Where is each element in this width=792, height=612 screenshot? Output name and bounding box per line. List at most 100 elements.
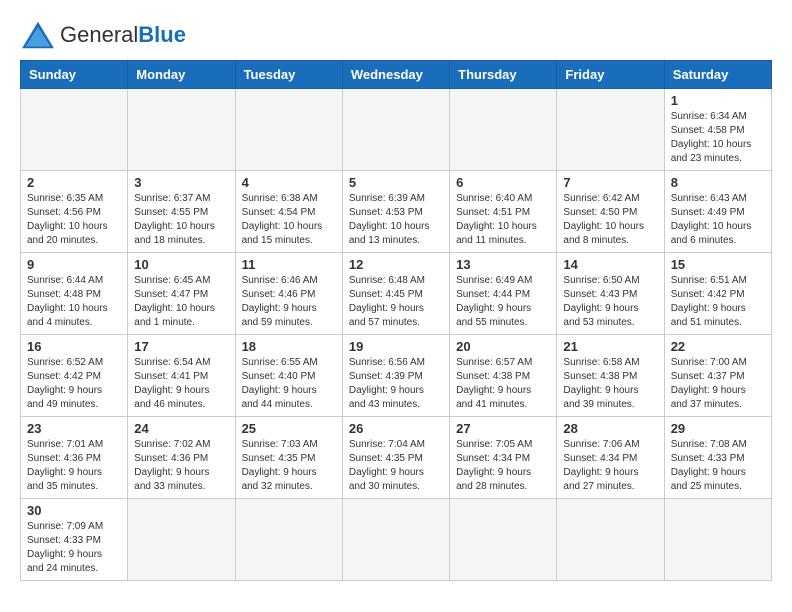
calendar-day-cell: 13 Sunrise: 6:49 AM Sunset: 4:44 PM Dayli… <box>450 253 557 335</box>
day-number: 29 <box>671 421 765 436</box>
calendar-day-cell <box>21 89 128 171</box>
calendar-day-cell: 25Sunrise: 7:03 AM Sunset: 4:35 PM Dayli… <box>235 417 342 499</box>
calendar-day-cell: 9 Sunrise: 6:44 AM Sunset: 4:48 PM Daylig… <box>21 253 128 335</box>
calendar-day-cell <box>664 499 771 581</box>
day-info: Sunrise: 6:39 AM Sunset: 4:53 PM Dayligh… <box>349 192 443 248</box>
calendar-day-cell: 16 Sunrise: 6:52 AM Sunset: 4:42 PM Dayli… <box>21 335 128 417</box>
weekday-header-tuesday: Tuesday <box>235 61 342 89</box>
calendar-day-cell: 14Sunrise: 6:50 AM Sunset: 4:43 PM Dayli… <box>557 253 664 335</box>
calendar-day-cell <box>235 89 342 171</box>
calendar-day-cell <box>342 89 449 171</box>
day-number: 18 <box>242 339 336 354</box>
day-info: Sunrise: 7:04 AM Sunset: 4:35 PM Dayligh… <box>349 438 443 494</box>
day-number: 11 <box>242 257 336 272</box>
day-number: 9 <box>27 257 121 272</box>
calendar-day-cell <box>450 89 557 171</box>
day-info: Sunrise: 7:08 AM Sunset: 4:33 PM Dayligh… <box>671 438 765 494</box>
calendar-day-cell: 28 Sunrise: 7:06 AM Sunset: 4:34 PM Dayli… <box>557 417 664 499</box>
weekday-header-thursday: Thursday <box>450 61 557 89</box>
page-header: GeneralBlue <box>20 20 772 50</box>
weekday-header-friday: Friday <box>557 61 664 89</box>
calendar-day-cell: 26 Sunrise: 7:04 AM Sunset: 4:35 PM Dayli… <box>342 417 449 499</box>
day-number: 12 <box>349 257 443 272</box>
calendar-day-cell: 15 Sunrise: 6:51 AM Sunset: 4:42 PM Dayli… <box>664 253 771 335</box>
day-number: 22 <box>671 339 765 354</box>
day-number: 26 <box>349 421 443 436</box>
day-number: 4 <box>242 175 336 190</box>
calendar-header-row: SundayMondayTuesdayWednesdayThursdayFrid… <box>21 61 772 89</box>
weekday-header-saturday: Saturday <box>664 61 771 89</box>
calendar-day-cell: 12 Sunrise: 6:48 AM Sunset: 4:45 PM Dayli… <box>342 253 449 335</box>
calendar-day-cell: 2 Sunrise: 6:35 AM Sunset: 4:56 PM Daylig… <box>21 171 128 253</box>
calendar-day-cell: 17 Sunrise: 6:54 AM Sunset: 4:41 PM Dayli… <box>128 335 235 417</box>
calendar-day-cell: 20Sunrise: 6:57 AM Sunset: 4:38 PM Dayli… <box>450 335 557 417</box>
day-info: Sunrise: 7:00 AM Sunset: 4:37 PM Dayligh… <box>671 356 765 412</box>
day-number: 28 <box>563 421 657 436</box>
day-number: 24 <box>134 421 228 436</box>
day-info: Sunrise: 6:35 AM Sunset: 4:56 PM Dayligh… <box>27 192 121 248</box>
day-info: Sunrise: 6:45 AM Sunset: 4:47 PM Dayligh… <box>134 274 228 330</box>
calendar-day-cell <box>235 499 342 581</box>
day-number: 5 <box>349 175 443 190</box>
weekday-header-monday: Monday <box>128 61 235 89</box>
day-info: Sunrise: 6:43 AM Sunset: 4:49 PM Dayligh… <box>671 192 765 248</box>
day-number: 23 <box>27 421 121 436</box>
calendar-day-cell: 19 Sunrise: 6:56 AM Sunset: 4:39 PM Dayli… <box>342 335 449 417</box>
calendar-week-row: 23 Sunrise: 7:01 AM Sunset: 4:36 PM Dayli… <box>21 417 772 499</box>
day-number: 7 <box>563 175 657 190</box>
day-number: 13 <box>456 257 550 272</box>
day-number: 19 <box>349 339 443 354</box>
calendar-day-cell: 27Sunrise: 7:05 AM Sunset: 4:34 PM Dayli… <box>450 417 557 499</box>
calendar-day-cell: 11 Sunrise: 6:46 AM Sunset: 4:46 PM Dayli… <box>235 253 342 335</box>
day-info: Sunrise: 6:42 AM Sunset: 4:50 PM Dayligh… <box>563 192 657 248</box>
calendar-day-cell: 10Sunrise: 6:45 AM Sunset: 4:47 PM Dayli… <box>128 253 235 335</box>
calendar-day-cell: 29 Sunrise: 7:08 AM Sunset: 4:33 PM Dayli… <box>664 417 771 499</box>
day-number: 21 <box>563 339 657 354</box>
calendar-day-cell <box>557 499 664 581</box>
day-number: 30 <box>27 503 121 518</box>
day-info: Sunrise: 6:49 AM Sunset: 4:44 PM Dayligh… <box>456 274 550 330</box>
calendar-week-row: 30 Sunrise: 7:09 AM Sunset: 4:33 PM Dayli… <box>21 499 772 581</box>
logo-icon <box>20 20 56 50</box>
calendar-table: SundayMondayTuesdayWednesdayThursdayFrid… <box>20 60 772 581</box>
logo-text: GeneralBlue <box>60 22 186 48</box>
day-info: Sunrise: 6:55 AM Sunset: 4:40 PM Dayligh… <box>242 356 336 412</box>
calendar-week-row: 9 Sunrise: 6:44 AM Sunset: 4:48 PM Daylig… <box>21 253 772 335</box>
day-info: Sunrise: 6:37 AM Sunset: 4:55 PM Dayligh… <box>134 192 228 248</box>
day-number: 14 <box>563 257 657 272</box>
day-info: Sunrise: 6:54 AM Sunset: 4:41 PM Dayligh… <box>134 356 228 412</box>
calendar-day-cell: 6 Sunrise: 6:40 AM Sunset: 4:51 PM Daylig… <box>450 171 557 253</box>
calendar-day-cell: 3Sunrise: 6:37 AM Sunset: 4:55 PM Daylig… <box>128 171 235 253</box>
day-number: 1 <box>671 93 765 108</box>
day-info: Sunrise: 7:06 AM Sunset: 4:34 PM Dayligh… <box>563 438 657 494</box>
calendar-day-cell: 4 Sunrise: 6:38 AM Sunset: 4:54 PM Daylig… <box>235 171 342 253</box>
day-info: Sunrise: 6:57 AM Sunset: 4:38 PM Dayligh… <box>456 356 550 412</box>
day-info: Sunrise: 7:09 AM Sunset: 4:33 PM Dayligh… <box>27 520 121 576</box>
day-info: Sunrise: 6:46 AM Sunset: 4:46 PM Dayligh… <box>242 274 336 330</box>
calendar-day-cell <box>128 89 235 171</box>
day-number: 6 <box>456 175 550 190</box>
day-info: Sunrise: 6:34 AM Sunset: 4:58 PM Dayligh… <box>671 110 765 166</box>
calendar-day-cell: 21Sunrise: 6:58 AM Sunset: 4:38 PM Dayli… <box>557 335 664 417</box>
calendar-day-cell <box>450 499 557 581</box>
day-info: Sunrise: 7:01 AM Sunset: 4:36 PM Dayligh… <box>27 438 121 494</box>
day-info: Sunrise: 6:40 AM Sunset: 4:51 PM Dayligh… <box>456 192 550 248</box>
calendar-day-cell <box>342 499 449 581</box>
day-info: Sunrise: 6:56 AM Sunset: 4:39 PM Dayligh… <box>349 356 443 412</box>
calendar-day-cell: 24Sunrise: 7:02 AM Sunset: 4:36 PM Dayli… <box>128 417 235 499</box>
day-info: Sunrise: 6:48 AM Sunset: 4:45 PM Dayligh… <box>349 274 443 330</box>
day-info: Sunrise: 6:38 AM Sunset: 4:54 PM Dayligh… <box>242 192 336 248</box>
day-number: 16 <box>27 339 121 354</box>
calendar-day-cell <box>128 499 235 581</box>
day-number: 15 <box>671 257 765 272</box>
day-info: Sunrise: 6:52 AM Sunset: 4:42 PM Dayligh… <box>27 356 121 412</box>
day-number: 27 <box>456 421 550 436</box>
day-number: 2 <box>27 175 121 190</box>
day-info: Sunrise: 6:44 AM Sunset: 4:48 PM Dayligh… <box>27 274 121 330</box>
calendar-week-row: 2 Sunrise: 6:35 AM Sunset: 4:56 PM Daylig… <box>21 171 772 253</box>
day-number: 25 <box>242 421 336 436</box>
calendar-day-cell: 30 Sunrise: 7:09 AM Sunset: 4:33 PM Dayli… <box>21 499 128 581</box>
calendar-day-cell <box>557 89 664 171</box>
day-info: Sunrise: 6:51 AM Sunset: 4:42 PM Dayligh… <box>671 274 765 330</box>
day-number: 17 <box>134 339 228 354</box>
